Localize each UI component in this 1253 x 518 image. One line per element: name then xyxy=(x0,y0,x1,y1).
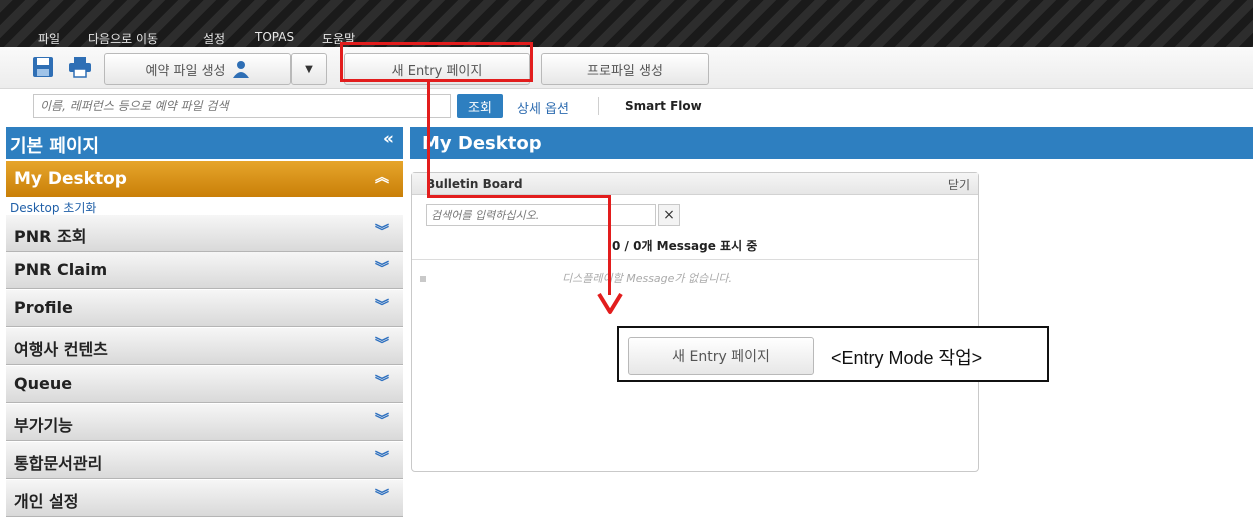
sidebar-item-label: My Desktop xyxy=(14,169,127,189)
reservation-dropdown-button[interactable]: ▼ xyxy=(291,53,327,85)
user-icon xyxy=(232,61,249,78)
bulletin-board-panel: Bulletin Board 닫기 × 0 / 0개 Message 표시 중 … xyxy=(411,172,979,472)
sidebar-item-label: Profile xyxy=(14,298,73,317)
smart-flow-link[interactable]: Smart Flow xyxy=(625,99,702,113)
sidebar-item-document-management[interactable]: 통합문서관리 ︾ xyxy=(6,442,403,479)
page-title: My Desktop xyxy=(422,133,542,154)
chevron-up-icon: ︽ xyxy=(375,170,389,186)
annotation-line xyxy=(427,82,430,197)
search-submit-button[interactable]: 조회 xyxy=(457,94,503,118)
sidebar-item-pnr-lookup[interactable]: PNR 조회 ︾ xyxy=(6,215,403,252)
toolbar: 예약 파일 생성 ▼ 새 Entry 페이지 프로파일 생성 xyxy=(0,47,1253,89)
menu-topas[interactable]: TOPAS xyxy=(255,30,294,44)
annotation-caption: <Entry Mode 작업> xyxy=(831,348,983,368)
sidebar-item-personal-settings[interactable]: 개인 설정 ︾ xyxy=(6,480,403,517)
chevron-down-icon: ︾ xyxy=(375,224,389,240)
annotation-line xyxy=(608,195,611,295)
arrow-down-icon xyxy=(597,292,623,314)
bulletin-search-input[interactable] xyxy=(426,204,656,226)
desktop-reset-link[interactable]: Desktop 초기화 xyxy=(10,199,96,216)
print-icon[interactable] xyxy=(68,56,92,78)
chevron-down-icon: ▼ xyxy=(305,63,313,75)
divider xyxy=(412,259,978,260)
reservation-file-create-button[interactable]: 예약 파일 생성 xyxy=(104,53,291,85)
bulletin-titlebar: Bulletin Board 닫기 xyxy=(412,173,978,195)
divider xyxy=(598,97,599,115)
chevron-down-icon: ︾ xyxy=(375,375,389,391)
reservation-search-input[interactable] xyxy=(33,94,451,118)
sidebar-item-label: 개인 설정 xyxy=(14,492,79,511)
bulletin-empty-message: 디스플레이할 Message가 없습니다. xyxy=(562,272,733,285)
collapse-icon[interactable]: « xyxy=(383,129,394,149)
sidebar-item-label: PNR Claim xyxy=(14,260,108,279)
chevron-down-icon: ︾ xyxy=(375,337,389,353)
sidebar-item-agency-contents[interactable]: 여행사 컨텐츠 ︾ xyxy=(6,328,403,365)
chevron-down-icon: ︾ xyxy=(375,413,389,429)
sidebar-item-label: Queue xyxy=(14,374,73,393)
sidebar-item-label: 부가기능 xyxy=(14,416,73,435)
bulletin-title: Bulletin Board xyxy=(426,177,523,191)
menu-settings[interactable]: 설정 xyxy=(203,30,225,47)
save-icon[interactable] xyxy=(32,56,54,78)
profile-create-label: 프로파일 생성 xyxy=(587,63,663,79)
sidebar-title: 기본 페이지 xyxy=(10,136,100,157)
bulletin-message-count: 0 / 0개 Message 표시 중 xyxy=(612,239,758,253)
reservation-file-create-label: 예약 파일 생성 xyxy=(145,63,226,79)
annotation-highlight-box xyxy=(340,42,533,82)
detail-options-link[interactable]: 상세 옵션 xyxy=(517,98,569,117)
search-row: 조회 상세 옵션 Smart Flow xyxy=(0,89,1253,125)
bulletin-close-button[interactable]: 닫기 xyxy=(948,176,970,193)
profile-create-button[interactable]: 프로파일 생성 xyxy=(541,53,709,85)
search-submit-label: 조회 xyxy=(468,100,492,116)
annotation-line xyxy=(427,195,611,198)
sidebar-header: 기본 페이지 « xyxy=(6,127,403,159)
sidebar-item-label: 통합문서관리 xyxy=(14,454,103,473)
new-entry-page-button-callout[interactable]: 새 Entry 페이지 xyxy=(628,337,814,375)
bulletin-clear-button[interactable]: × xyxy=(658,204,680,226)
callout-button-label: 새 Entry 페이지 xyxy=(672,349,770,365)
menu-file[interactable]: 파일 xyxy=(38,30,60,47)
sidebar-item-profile[interactable]: Profile ︾ xyxy=(6,290,403,327)
sidebar-item-extra-features[interactable]: 부가기능 ︾ xyxy=(6,404,403,441)
sidebar-item-label: PNR 조회 xyxy=(14,227,87,246)
chevron-down-icon: ︾ xyxy=(375,489,389,505)
close-icon: × xyxy=(663,207,675,223)
bullet-icon xyxy=(420,276,426,282)
main-header: My Desktop xyxy=(410,127,1253,159)
sidebar-item-queue[interactable]: Queue ︾ xyxy=(6,366,403,403)
sidebar-item-label: 여행사 컨텐츠 xyxy=(14,340,108,359)
chevron-down-icon: ︾ xyxy=(375,261,389,277)
chevron-down-icon: ︾ xyxy=(375,451,389,467)
menu-bar: 파일 다음으로 이동 설정 TOPAS 도움말 xyxy=(0,0,1253,47)
annotation-callout: 새 Entry 페이지 <Entry Mode 작업> xyxy=(617,326,1049,382)
sidebar-item-pnr-claim[interactable]: PNR Claim ︾ xyxy=(6,252,403,289)
sidebar-item-my-desktop[interactable]: My Desktop ︽ xyxy=(6,161,403,197)
chevron-down-icon: ︾ xyxy=(375,299,389,315)
menu-goto[interactable]: 다음으로 이동 xyxy=(88,30,158,47)
